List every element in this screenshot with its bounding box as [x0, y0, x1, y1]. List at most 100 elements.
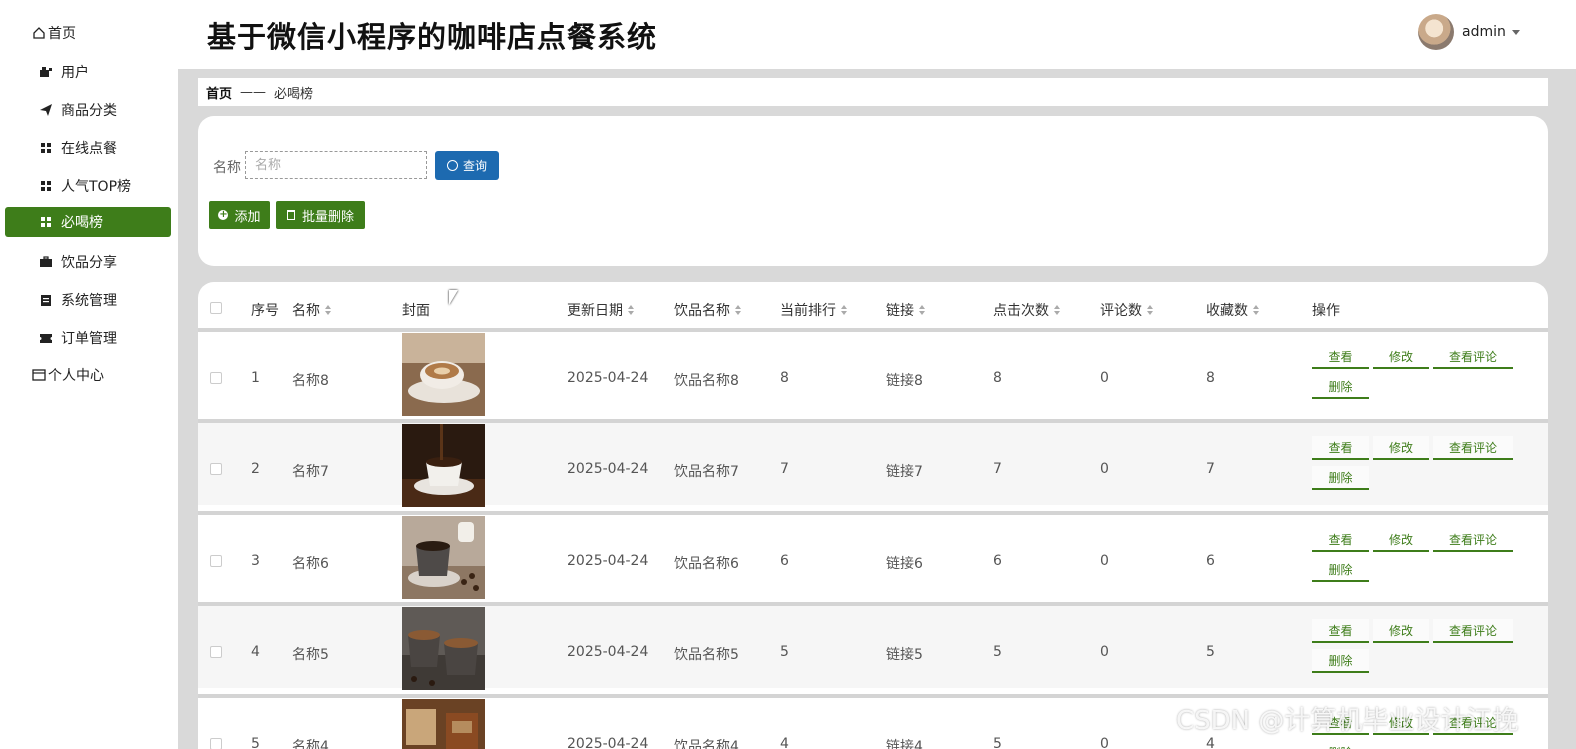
column-header-clicks[interactable]: 点击次数 — [993, 300, 1060, 320]
add-button-label: 添加 — [234, 209, 261, 225]
cell-drink: 饮品名称8 — [674, 373, 739, 389]
row-checkbox[interactable] — [210, 738, 222, 749]
sidebar-item-profile[interactable]: 个人中心 — [5, 360, 171, 390]
user-icon — [39, 65, 53, 79]
grid-icon — [39, 141, 53, 155]
cell-drink: 饮品名称7 — [674, 464, 739, 480]
search-input[interactable] — [245, 151, 427, 179]
sidebar-item-label: 个人中心 — [48, 368, 104, 384]
cell-link: 链接4 — [886, 739, 923, 749]
edit-button[interactable]: 修改 — [1373, 528, 1429, 552]
sidebar-item-drink-share[interactable]: 饮品分享 — [5, 247, 171, 277]
sidebar-item-orders[interactable]: 订单管理 — [5, 323, 171, 353]
sort-icon[interactable] — [325, 305, 331, 315]
column-header-comments[interactable]: 评论数 — [1100, 300, 1153, 320]
sort-icon[interactable] — [628, 305, 634, 315]
sort-icon[interactable] — [919, 305, 925, 315]
column-header-cover: 封面 — [402, 300, 430, 320]
delete-button[interactable]: 删除 — [1312, 558, 1369, 582]
sort-icon[interactable] — [1054, 305, 1060, 315]
sidebar-item-online-order[interactable]: 在线点餐 — [5, 133, 171, 163]
column-header-date[interactable]: 更新日期 — [567, 300, 634, 320]
user-menu[interactable]: admin — [1418, 14, 1520, 50]
column-header-label: 饮品名称 — [674, 303, 730, 319]
grid-icon — [39, 215, 53, 229]
view-comments-button[interactable]: 查看评论 — [1433, 436, 1513, 460]
row-checkbox[interactable] — [210, 372, 222, 384]
view-comments-button[interactable]: 查看评论 — [1433, 345, 1513, 369]
delete-button[interactable]: 删除 — [1312, 741, 1369, 749]
view-comments-button[interactable]: 查看评论 — [1433, 619, 1513, 643]
sidebar-item-categories[interactable]: 商品分类 — [5, 95, 171, 125]
edit-button[interactable]: 修改 — [1373, 619, 1429, 643]
sort-icon[interactable] — [1147, 305, 1153, 315]
sidebar-item-home[interactable]: 首页 — [5, 18, 171, 48]
column-header-favorites[interactable]: 收藏数 — [1206, 300, 1259, 320]
delete-button[interactable]: 删除 — [1312, 649, 1369, 673]
briefcase-icon — [39, 255, 53, 269]
row-checkbox[interactable] — [210, 646, 222, 658]
select-all-checkbox[interactable] — [210, 302, 222, 314]
home-icon — [32, 26, 46, 40]
view-button[interactable]: 查看 — [1312, 528, 1369, 552]
column-header-actions: 操作 — [1312, 300, 1340, 320]
row-checkbox[interactable] — [210, 463, 222, 475]
sidebar-item-system[interactable]: 系统管理 — [5, 285, 171, 315]
table-row: 1 名称8 2025-04-24 饮品名称8 8 链接8 8 0 8 查看 修改 查看评论 删除 — [198, 328, 1548, 416]
column-header-label: 点击次数 — [993, 303, 1049, 319]
cell-rank: 5 — [780, 644, 789, 660]
sidebar-item-must-drink[interactable]: 必喝榜 — [5, 207, 171, 237]
edit-button[interactable]: 修改 — [1373, 436, 1429, 460]
cell-link: 链接5 — [886, 647, 923, 663]
column-header-label: 名称 — [292, 303, 320, 319]
sidebar-item-label: 系统管理 — [61, 293, 117, 309]
sidebar-item-label: 饮品分享 — [61, 255, 117, 271]
view-button[interactable]: 查看 — [1312, 436, 1369, 460]
top-header: 基于微信小程序的咖啡店点餐系统 admin — [178, 0, 1576, 69]
sidebar-item-label: 人气TOP榜 — [61, 179, 132, 195]
edit-button[interactable]: 修改 — [1373, 345, 1429, 369]
column-header-drink[interactable]: 饮品名称 — [674, 300, 741, 320]
sort-icon[interactable] — [735, 305, 741, 315]
query-button-label: 查询 — [462, 159, 487, 173]
cell-link: 链接6 — [886, 556, 923, 572]
column-header-link[interactable]: 链接 — [886, 300, 925, 320]
avatar — [1418, 14, 1454, 50]
cover-image — [402, 607, 485, 690]
cell-link: 链接8 — [886, 373, 923, 389]
column-header-label: 评论数 — [1100, 303, 1142, 319]
cell-favorites: 4 — [1206, 736, 1215, 749]
search-icon — [446, 160, 458, 171]
cell-rank: 6 — [780, 553, 789, 569]
username: admin — [1462, 24, 1506, 40]
breadcrumb-home[interactable]: 首页 — [206, 83, 232, 102]
sort-icon[interactable] — [841, 305, 847, 315]
cell-name: 名称5 — [292, 647, 329, 663]
caret-down-icon — [1511, 29, 1520, 35]
column-header-name[interactable]: 名称 — [292, 300, 331, 320]
cell-name: 名称7 — [292, 464, 329, 480]
cell-name: 名称6 — [292, 556, 329, 572]
batch-delete-button[interactable]: 批量删除 — [276, 201, 365, 229]
cell-favorites: 8 — [1206, 370, 1215, 386]
cell-index: 1 — [251, 370, 260, 386]
view-comments-button[interactable]: 查看评论 — [1433, 528, 1513, 552]
sidebar-item-users[interactable]: 用户 — [5, 57, 171, 87]
query-button[interactable]: 查询 — [435, 151, 499, 180]
view-button[interactable]: 查看 — [1312, 345, 1369, 369]
cell-comments: 0 — [1100, 736, 1109, 749]
row-checkbox[interactable] — [210, 555, 222, 567]
batch-delete-label: 批量删除 — [301, 209, 354, 225]
delete-button[interactable]: 删除 — [1312, 375, 1369, 399]
sort-icon[interactable] — [1253, 305, 1259, 315]
delete-button[interactable]: 删除 — [1312, 466, 1369, 490]
cover-image — [402, 699, 485, 749]
column-header-rank[interactable]: 当前排行 — [780, 300, 847, 320]
view-button[interactable]: 查看 — [1312, 619, 1369, 643]
sidebar-item-top-popular[interactable]: 人气TOP榜 — [5, 171, 171, 201]
table-row: 3 名称6 2025-04-24 饮品名称6 6 链接6 6 0 6 查看 修改 查看评论 删除 — [198, 511, 1548, 599]
column-header-label: 操作 — [1312, 303, 1340, 319]
ticket-icon — [39, 331, 53, 345]
add-button[interactable]: + 添加 — [209, 201, 270, 229]
clipboard-icon — [39, 293, 53, 307]
